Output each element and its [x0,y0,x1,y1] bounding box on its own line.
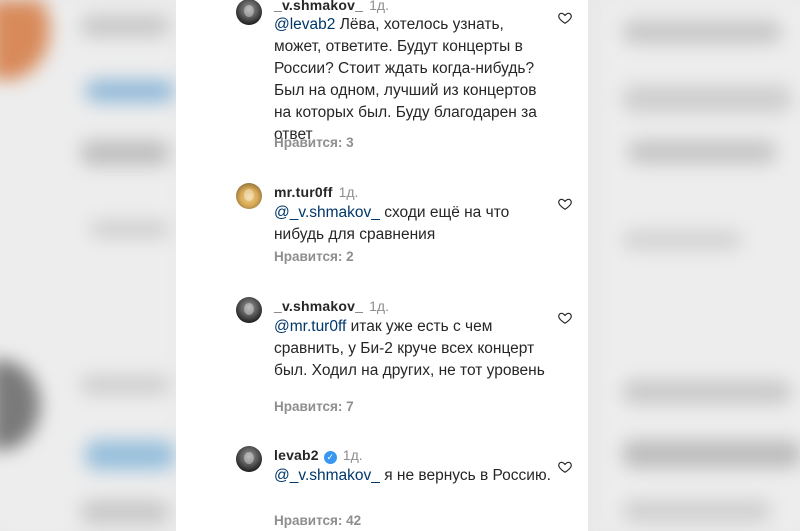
heart-outline-icon[interactable] [558,197,572,211]
comment-likes[interactable]: Нравится: 7 [274,399,354,414]
comment-likes[interactable]: Нравится: 3 [274,135,354,150]
comment-likes[interactable]: Нравится: 42 [274,513,361,528]
comment-time: 1д. [342,447,363,463]
comment-username[interactable]: mr.tur0ff [274,184,333,200]
heart-outline-icon[interactable] [558,460,572,474]
comment-mention[interactable]: @_v.shmakov_ [274,467,380,484]
comment-time: 1д. [369,298,389,314]
comment-mention[interactable]: @levab2 [274,16,335,33]
blurred-background-left [0,0,176,531]
comment-text: @_v.shmakov_ я не вернусь в Россию. [274,465,554,487]
comment-mention[interactable]: @_v.shmakov_ [274,204,380,221]
comment-text: @_v.shmakov_ сходи ещё на что нибудь для… [274,202,554,246]
avatar[interactable] [236,183,262,209]
comment-body: я не вернусь в Россию. [379,467,551,484]
avatar[interactable] [236,297,262,323]
verified-badge-icon: ✓ [323,451,337,464]
heart-outline-icon[interactable] [558,11,572,25]
comment-text: @mr.tur0ff итак уже есть с чем сравнить,… [274,316,554,382]
comment-time: 1д. [369,0,389,13]
blurred-background-right [602,0,800,531]
comment-time: 1д. [338,184,359,200]
comment-text: @levab2 Лёва, хотелось узнать, может, от… [274,14,554,146]
comment-likes[interactable]: Нравится: 2 [274,249,354,264]
avatar[interactable] [236,446,262,472]
heart-outline-icon[interactable] [558,311,572,325]
comment-username[interactable]: levab2 [274,447,319,463]
avatar[interactable] [236,0,262,25]
comment-username[interactable]: _v.shmakov_ [274,0,363,13]
comment-mention[interactable]: @mr.tur0ff [274,318,346,335]
comment-body: Лёва, хотелось узнать, может, ответите. … [274,16,537,143]
comments-panel: _v.shmakov_ 1д. @levab2 Лёва, хотелось уз… [176,0,588,531]
comment-username[interactable]: _v.shmakov_ [274,298,363,314]
